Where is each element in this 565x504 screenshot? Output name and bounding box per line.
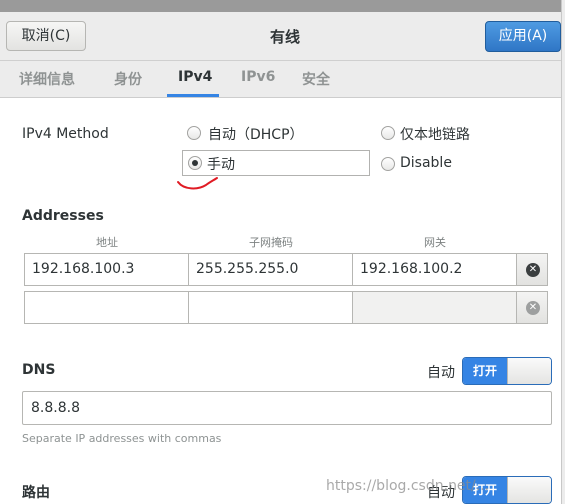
close-icon: ✕ [526, 263, 540, 277]
column-header-address: 地址 [96, 236, 118, 249]
dialog-title: 有线 [269, 28, 300, 46]
switch-knob [507, 358, 551, 384]
header-bar: 取消(C) 有线 应用(A) [0, 12, 561, 61]
radio-disable[interactable] [381, 157, 395, 171]
addresses-title: Addresses [22, 208, 104, 224]
tab-ipv6[interactable]: IPv6 [241, 69, 275, 85]
column-header-gateway: 网关 [424, 236, 446, 249]
radio-auto-dhcp-label[interactable]: 自动（DHCP） [208, 124, 304, 144]
apply-button[interactable]: 应用(A) [485, 21, 561, 52]
watermark-text: https://blog.csdn.net/... [326, 478, 490, 494]
cancel-button[interactable]: 取消(C) [6, 21, 86, 51]
red-underline-annotation [177, 177, 218, 190]
gateway-field-empty [352, 291, 517, 324]
delete-address-button[interactable]: ✕ [516, 253, 548, 286]
switch-knob [507, 477, 551, 503]
ipv4-method-label: IPv4 Method [22, 126, 109, 142]
address-field[interactable]: 192.168.100.3 [24, 253, 189, 286]
radio-manual-label[interactable]: 手动 [207, 154, 235, 174]
address-field-empty[interactable] [24, 291, 189, 324]
gateway-field[interactable]: 192.168.100.2 [352, 253, 517, 286]
column-header-netmask: 子网掩码 [249, 236, 293, 249]
routes-title: 路由 [22, 485, 50, 501]
window-right-edge [561, 0, 565, 504]
delete-address-button-disabled: ✕ [516, 291, 548, 324]
dns-hint: Separate IP addresses with commas [22, 432, 222, 445]
active-tab-indicator [167, 94, 219, 97]
tab-ipv4[interactable]: IPv4 [178, 69, 212, 85]
dns-title: DNS [22, 362, 56, 378]
tab-bar: 详细信息 身份 IPv4 IPv6 安全 [0, 61, 561, 98]
tab-details[interactable]: 详细信息 [19, 69, 75, 89]
tab-identity[interactable]: 身份 [114, 69, 142, 89]
radio-link-local-label[interactable]: 仅本地链路 [400, 124, 470, 144]
radio-link-local[interactable] [381, 126, 395, 140]
dns-auto-switch[interactable]: 打开 [462, 357, 552, 385]
radio-disable-label[interactable]: Disable [400, 155, 452, 171]
netmask-field-empty[interactable] [188, 291, 353, 324]
dns-auto-label: 自动 [427, 365, 455, 381]
tab-security[interactable]: 安全 [302, 69, 330, 89]
radio-auto-dhcp[interactable] [187, 126, 201, 140]
radio-manual[interactable] [188, 156, 202, 170]
close-icon: ✕ [526, 301, 540, 315]
dns-input[interactable]: 8.8.8.8 [22, 391, 552, 425]
switch-on-label: 打开 [463, 358, 507, 384]
netmask-field[interactable]: 255.255.255.0 [188, 253, 353, 286]
